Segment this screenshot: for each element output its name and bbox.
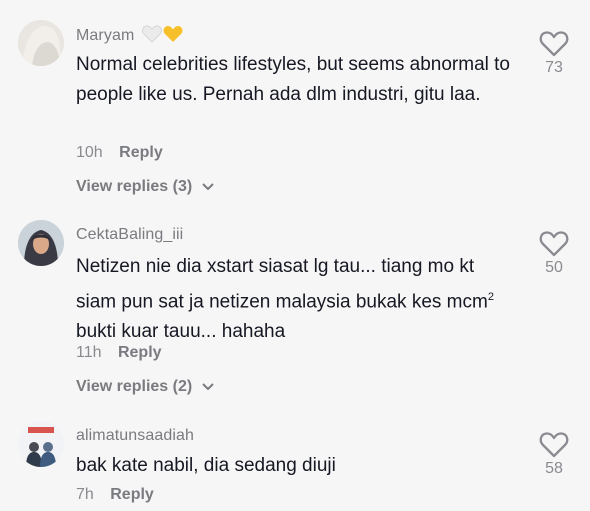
comment-username[interactable]: Maryam xyxy=(76,25,183,48)
heart-outline-icon xyxy=(539,432,569,458)
like-button[interactable]: 58 xyxy=(536,431,572,478)
chevron-down-icon xyxy=(201,383,214,391)
avatar[interactable] xyxy=(18,421,64,467)
like-button[interactable]: 73 xyxy=(536,30,572,77)
comment-meta: 11h Reply xyxy=(76,344,162,362)
comment-text: Normal celebrities lifestyles, but seems… xyxy=(76,54,511,105)
avatar[interactable] xyxy=(18,220,64,266)
superscript: 2 xyxy=(487,291,494,303)
comment-text: bak kate nabil, dia sedang diuji xyxy=(76,455,336,476)
comment-list: Maryam Normal celebrities lifestyles, bu… xyxy=(0,0,590,511)
comment-username[interactable]: alimatunsaadiah xyxy=(76,427,194,445)
comment-time: 10h xyxy=(76,144,103,161)
reply-button[interactable]: Reply xyxy=(119,144,163,161)
comment-meta: 7h Reply xyxy=(76,486,154,504)
reply-button[interactable]: Reply xyxy=(118,344,162,361)
comment-text: Netizen nie dia xstart siasat lg tau... … xyxy=(76,256,494,343)
like-count: 73 xyxy=(545,59,563,76)
comment-meta: 10h Reply xyxy=(76,144,163,162)
avatar[interactable] xyxy=(18,20,64,66)
like-button[interactable]: 50 xyxy=(536,230,572,277)
view-replies-button[interactable]: View replies (2) xyxy=(76,378,215,396)
chevron-down-icon xyxy=(201,183,214,191)
white-heart-emoji xyxy=(142,25,162,48)
yellow-heart-emoji xyxy=(163,25,183,48)
view-replies-button[interactable]: View replies (3) xyxy=(76,178,215,196)
comment-time: 11h xyxy=(76,344,102,361)
heart-outline-icon xyxy=(539,31,569,57)
reply-button[interactable]: Reply xyxy=(110,486,154,503)
heart-outline-icon xyxy=(539,231,569,257)
like-count: 58 xyxy=(545,460,563,477)
like-count: 50 xyxy=(545,259,563,276)
comment-username[interactable]: CektaBaling_iii xyxy=(76,226,183,244)
comment-time: 7h xyxy=(76,486,94,503)
